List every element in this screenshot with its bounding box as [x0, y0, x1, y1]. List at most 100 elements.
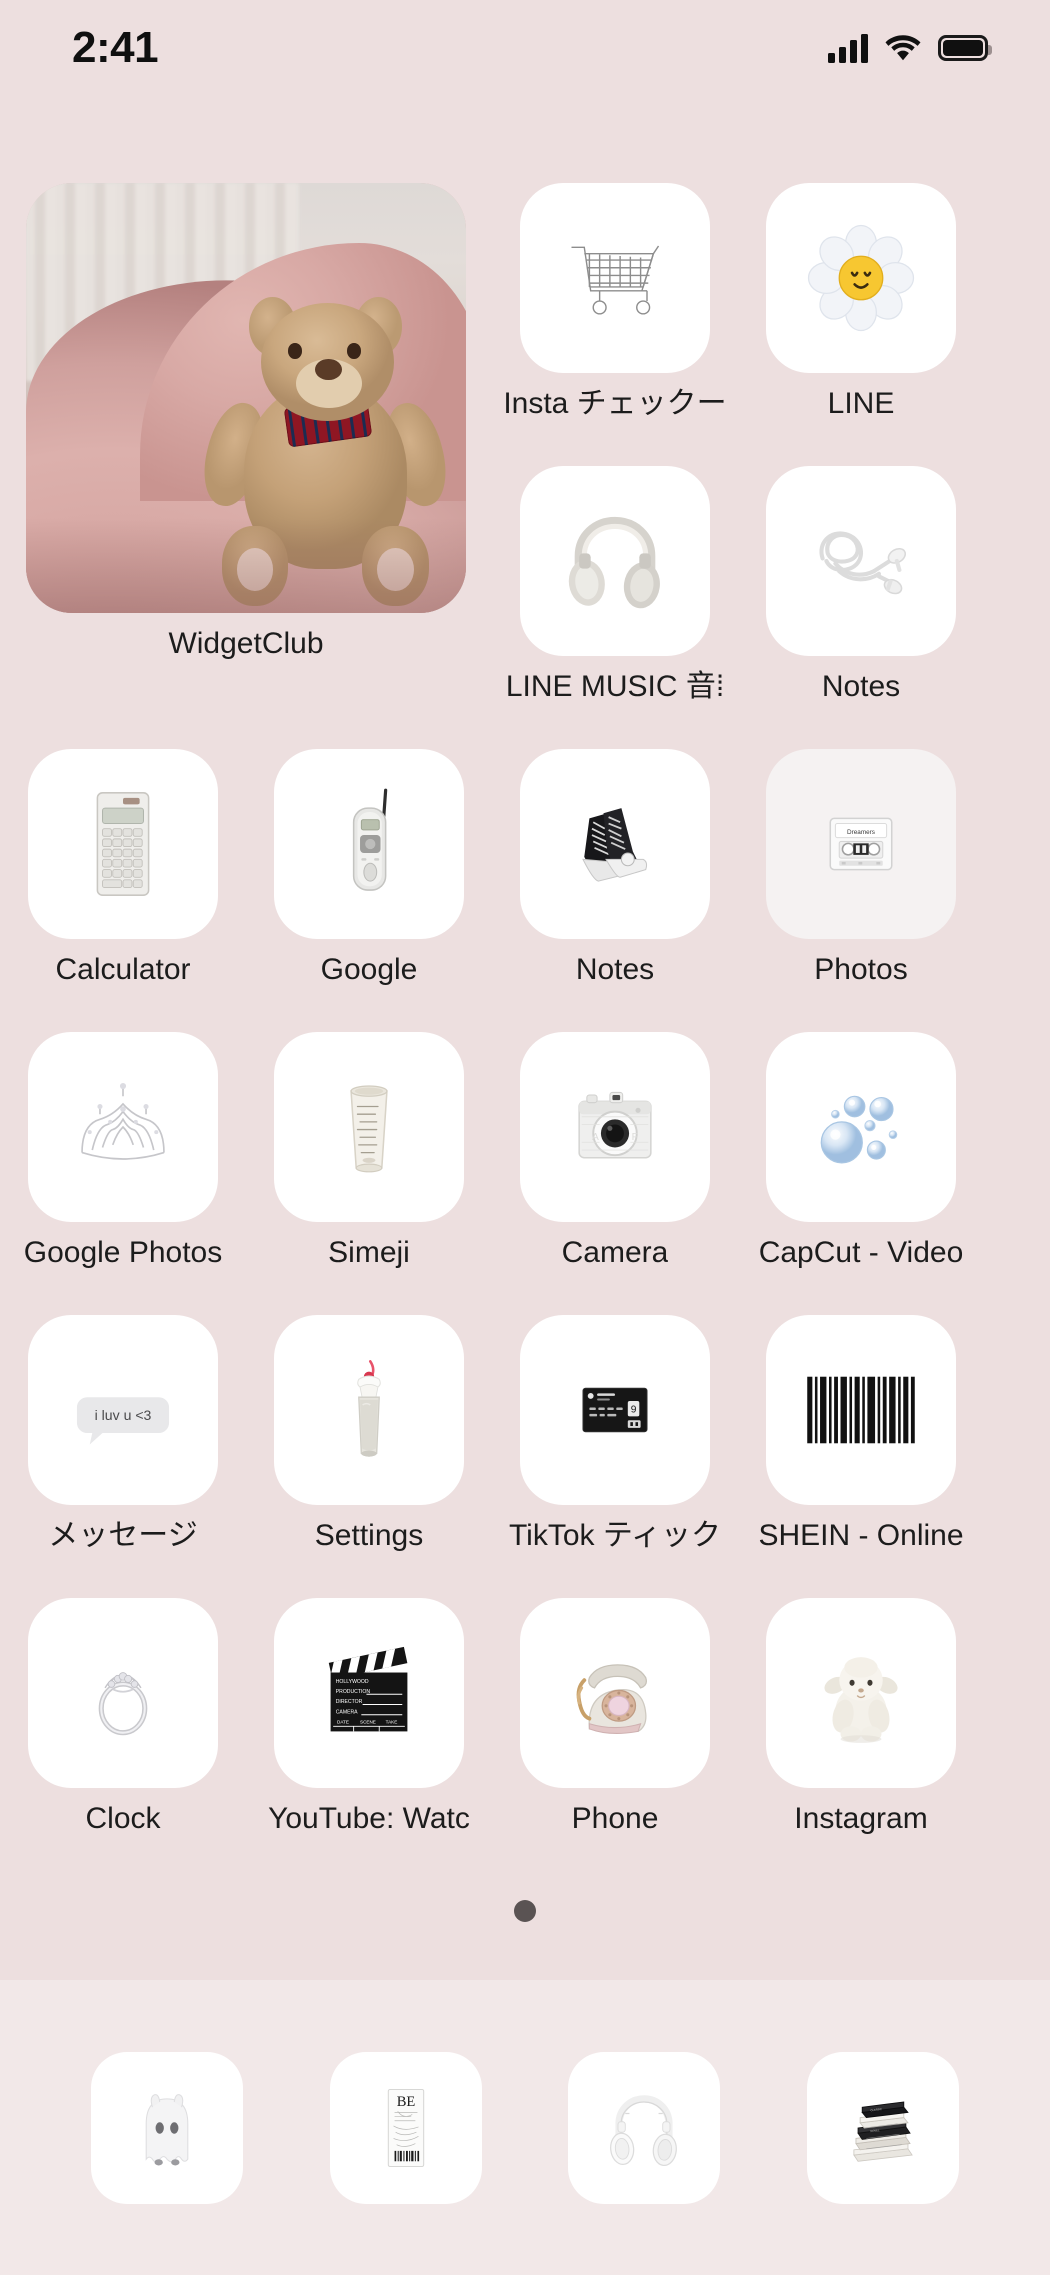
app-icon-tile[interactable]: [274, 749, 464, 939]
tiara-crown-icon: [81, 1082, 165, 1160]
app-google[interactable]: Google: [246, 749, 492, 1032]
app-icon-tile[interactable]: 9: [520, 1315, 710, 1505]
status-bar-indicators: [828, 33, 992, 63]
ring-icon: [98, 1672, 148, 1736]
app-photos[interactable]: Dreamers Photos: [738, 749, 984, 1032]
app-google-photos[interactable]: Google Photos: [0, 1032, 246, 1315]
black-card-icon: 9: [582, 1387, 648, 1433]
widgetclub-widget[interactable]: [26, 183, 466, 613]
clapper-line2: PRODUCTION: [336, 1689, 371, 1695]
app-instagram[interactable]: Instagram: [738, 1598, 984, 1881]
book-stack-icon: CLASSIC NOVEL: [852, 2101, 913, 2162]
app-icon-tile[interactable]: [28, 1598, 218, 1788]
app-label: Notes: [821, 670, 901, 703]
status-bar: 2:41: [0, 0, 1050, 96]
status-bar-time: 2:41: [72, 23, 159, 72]
message-bubble-icon: i luv u <3: [76, 1397, 170, 1445]
app-simeji[interactable]: Simeji: [246, 1032, 492, 1315]
battery-icon: [938, 35, 992, 61]
app-icon-tile[interactable]: HOLLYWOOD PRODUCTION DIRECTOR CAMERA DAT…: [274, 1598, 464, 1788]
app-clock[interactable]: Clock: [0, 1598, 246, 1881]
sneakers-icon: [582, 808, 648, 882]
be-poster-ticket-icon: BE: [387, 2088, 424, 2167]
app-insta-checker[interactable]: Insta チェックー: [492, 183, 738, 422]
daisy-flower-icon: [807, 224, 915, 332]
white-headphones-icon: [610, 2094, 678, 2166]
clapper-line3: DIRECTOR: [336, 1699, 363, 1705]
grid-row-6: Clock HOLLYWOOD PRODUCTION DIRECTOR CAME…: [0, 1598, 1050, 1881]
app-camera[interactable]: A F Camera: [492, 1032, 738, 1315]
app-icon-tile[interactable]: [520, 749, 710, 939]
home-screen: 2:41 WidgetClub Insta チェックー LINE LINE MU…: [0, 0, 1050, 2275]
grid-row-1: WidgetClub Insta チェックー LINE LINE MUSIC 音…: [0, 183, 1050, 749]
app-label: Notes: [575, 953, 655, 986]
app-label: Google: [320, 953, 418, 986]
app-line-music[interactable]: LINE MUSIC 音⁞: [492, 466, 738, 705]
app-notes-earbuds[interactable]: Notes: [738, 466, 984, 705]
app-icon-tile[interactable]: i luv u <3: [28, 1315, 218, 1505]
app-line[interactable]: LINE: [738, 183, 984, 422]
widget-label: WidgetClub: [168, 627, 324, 660]
page-indicator[interactable]: [0, 1900, 1050, 1922]
app-label: Phone: [571, 1802, 659, 1835]
dock-app-books[interactable]: CLASSIC NOVEL: [806, 2051, 959, 2204]
dock-app-headphones[interactable]: [568, 2051, 721, 2204]
svg-text:A: A: [592, 1132, 599, 1143]
clapper-line4: CAMERA: [336, 1709, 358, 1715]
paper-cup-icon: [350, 1085, 388, 1173]
grid-row-3: Calculator Google Notes Dreamers Photos: [0, 749, 1050, 1032]
calculator-icon: [96, 792, 150, 896]
app-icon-tile[interactable]: Dreamers: [766, 749, 956, 939]
app-notes-sneakers[interactable]: Notes: [492, 749, 738, 1032]
cellular-signal-icon: [828, 33, 868, 63]
app-icon-tile[interactable]: [28, 749, 218, 939]
app-icon-tile[interactable]: [520, 1598, 710, 1788]
clapper-l1: DATE: [337, 1720, 349, 1725]
app-icon-tile[interactable]: [520, 183, 710, 373]
app-tiktok[interactable]: 9 TikTok ティック: [492, 1315, 738, 1598]
app-capcut[interactable]: CapCut - Video: [738, 1032, 984, 1315]
dock-app-poster[interactable]: BE: [329, 2051, 482, 2204]
app-grid: WidgetClub Insta チェックー LINE LINE MUSIC 音…: [0, 183, 1050, 1881]
app-youtube[interactable]: HOLLYWOOD PRODUCTION DIRECTOR CAMERA DAT…: [246, 1598, 492, 1881]
lamb-plush-icon: [824, 1657, 898, 1743]
app-label: Clock: [85, 1802, 161, 1835]
cassette-label-text: Dreamers: [847, 829, 875, 836]
milkshake-icon: [357, 1360, 381, 1457]
cassette-tape-icon: Dreamers: [829, 817, 893, 871]
app-label: Photos: [814, 953, 908, 986]
grid-row-4: Google Photos Simeji A F Camera CapCut -…: [0, 1032, 1050, 1315]
app-icon-tile[interactable]: [274, 1315, 464, 1505]
app-icon-tile[interactable]: [766, 183, 956, 373]
app-messages[interactable]: i luv u <3 メッセージ: [0, 1315, 246, 1598]
message-bubble-text: i luv u <3: [95, 1407, 152, 1423]
app-icon-tile[interactable]: [766, 1598, 956, 1788]
dock-app-ghost[interactable]: [91, 2051, 244, 2204]
app-label: Simeji: [328, 1236, 410, 1269]
grid-row-5: i luv u <3 メッセージ Settings 9 TikTok ティック …: [0, 1315, 1050, 1598]
app-icon-tile[interactable]: [520, 466, 710, 656]
app-shein[interactable]: SHEIN - Online: [738, 1315, 984, 1598]
app-icon-tile[interactable]: [28, 1032, 218, 1222]
app-icon-tile[interactable]: A F: [520, 1032, 710, 1222]
dock: BE CLASSIC NOVEL: [0, 1980, 1050, 2275]
app-icon-tile[interactable]: [274, 1032, 464, 1222]
widget-cell: WidgetClub: [0, 183, 492, 661]
clapperboard-icon: HOLLYWOOD PRODUCTION DIRECTOR CAMERA DAT…: [328, 1646, 408, 1732]
svg-text:9: 9: [631, 1405, 637, 1416]
app-icon-tile[interactable]: [766, 1315, 956, 1505]
clapper-line1: HOLLYWOOD: [336, 1679, 369, 1685]
over-ear-headphones-icon: [568, 516, 660, 609]
app-icon-tile[interactable]: [766, 466, 956, 656]
app-label: TikTok ティック: [508, 1519, 722, 1552]
compact-camera-icon: A F: [578, 1091, 652, 1159]
app-label: LINE MUSIC 音⁞: [505, 670, 725, 703]
app-phone[interactable]: Phone: [492, 1598, 738, 1881]
app-label: Google Photos: [23, 1236, 223, 1269]
app-label: CapCut - Video: [758, 1236, 964, 1269]
app-settings[interactable]: Settings: [246, 1315, 492, 1598]
page-dot-1[interactable]: [514, 1900, 536, 1922]
app-calculator[interactable]: Calculator: [0, 749, 246, 1032]
app-icon-tile[interactable]: [766, 1032, 956, 1222]
app-label: Calculator: [55, 953, 191, 986]
